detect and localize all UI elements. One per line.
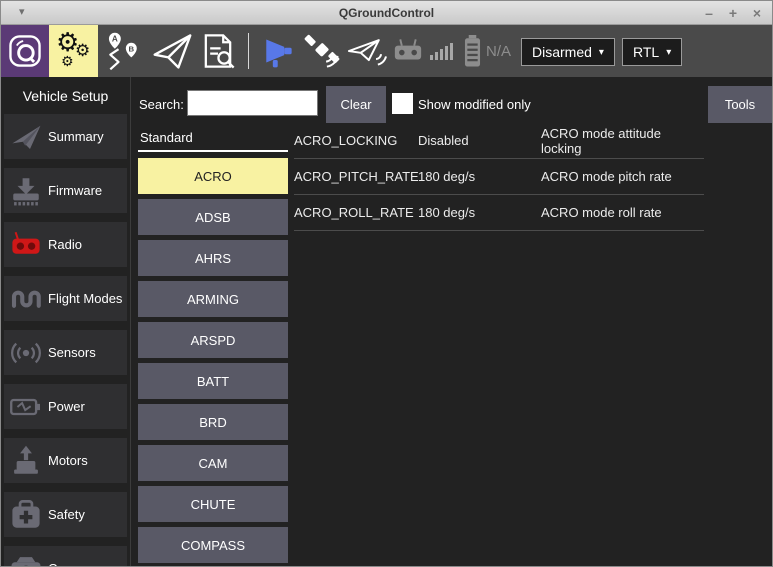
rc-transmitter-icon [4, 229, 48, 261]
chevron-down-icon: ▾ [599, 47, 604, 58]
sidebar-item-power[interactable]: Power [4, 384, 127, 429]
sidebar-item-sensors[interactable]: Sensors [4, 330, 127, 375]
vehicle-setup-sidebar: Vehicle Setup Summary [1, 77, 131, 566]
maximize-button[interactable]: + [726, 6, 740, 20]
sidebar-title: Vehicle Setup [1, 77, 130, 114]
close-button[interactable]: × [750, 6, 764, 20]
category-adsb[interactable]: ADSB [138, 199, 288, 235]
sidebar-item-label: Flight Modes [48, 291, 122, 306]
category-brd[interactable]: BRD [138, 404, 288, 440]
signal-rings-icon [4, 338, 48, 368]
audio-indicator[interactable] [261, 25, 301, 77]
armed-state-label: Disarmed [532, 44, 592, 60]
sidebar-item-label: Sensors [48, 345, 96, 360]
parameter-description: ACRO mode roll rate [541, 205, 704, 220]
category-arspd[interactable]: ARSPD [138, 322, 288, 358]
plan-route-icon: A B [103, 30, 145, 72]
parameter-row-acro-pitch-rate[interactable]: ACRO_PITCH_RATE 180 deg/s ACRO mode pitc… [294, 159, 704, 195]
search-input[interactable] [187, 90, 318, 116]
vehicle-setup-button[interactable]: ⚙ ⚙ ⚙ [49, 25, 98, 77]
category-arming[interactable]: ARMING [138, 281, 288, 317]
parameter-value: Disabled [418, 133, 541, 148]
parameter-table: ACRO_LOCKING Disabled ACRO mode attitude… [294, 123, 704, 231]
clear-button[interactable]: Clear [326, 86, 386, 123]
category-chute[interactable]: CHUTE [138, 486, 288, 522]
tools-button[interactable]: Tools [708, 86, 772, 123]
sidebar-item-label: Camera [48, 561, 94, 567]
category-group-header: Standard [138, 125, 288, 150]
sidebar-item-label: Radio [48, 237, 82, 252]
sidebar-item-label: Motors [48, 453, 88, 468]
parameter-row-acro-locking[interactable]: ACRO_LOCKING Disabled ACRO mode attitude… [294, 123, 704, 159]
battery-icon [463, 35, 482, 67]
category-ahrs[interactable]: AHRS [138, 240, 288, 276]
analyze-view-button[interactable] [195, 25, 241, 77]
chip-download-icon [4, 174, 48, 208]
parameter-value: 180 deg/s [418, 169, 541, 184]
search-label: Search: [139, 97, 184, 112]
paper-plane-icon [4, 121, 48, 153]
first-aid-case-icon [4, 498, 48, 532]
category-batt[interactable]: BATT [138, 363, 288, 399]
parameter-row-acro-roll-rate[interactable]: ACRO_ROLL_RATE 180 deg/s ACRO mode roll … [294, 195, 704, 231]
category-compass[interactable]: COMPASS [138, 527, 288, 563]
sidebar-item-label: Summary [48, 129, 104, 144]
chevron-down-icon: ▾ [666, 47, 671, 58]
sidebar-item-firmware[interactable]: Firmware [4, 168, 127, 213]
gears-icon: ⚙ ⚙ ⚙ [49, 25, 98, 77]
qgc-logo-icon [5, 31, 45, 71]
battery-bolt-icon [4, 393, 48, 421]
category-cam[interactable]: CAM [138, 445, 288, 481]
parameter-description: ACRO mode pitch rate [541, 169, 704, 184]
sidebar-item-camera[interactable]: Camera [4, 546, 127, 567]
svg-text:B: B [128, 44, 134, 53]
telemetry-plane-icon [346, 32, 388, 70]
parameter-name: ACRO_ROLL_RATE [294, 205, 418, 220]
sidebar-item-motors[interactable]: Motors [4, 438, 127, 483]
rc-rssi-indicator[interactable] [392, 25, 452, 77]
battery-status-text: N/A [486, 43, 511, 60]
megaphone-icon [263, 33, 299, 69]
plan-view-button[interactable]: A B [99, 25, 149, 77]
sidebar-item-label: Safety [48, 507, 85, 522]
armed-state-dropdown[interactable]: Disarmed ▾ [521, 38, 615, 66]
category-acro[interactable]: ACRO [138, 158, 288, 194]
flight-mode-label: RTL [633, 44, 659, 60]
sidebar-item-radio[interactable]: Radio [4, 222, 127, 267]
paper-plane-icon [151, 30, 193, 72]
telemetry-rssi-indicator[interactable] [344, 25, 390, 77]
parameter-name: ACRO_LOCKING [294, 133, 418, 148]
parameter-description: ACRO mode attitude locking [541, 126, 704, 156]
window-title: QGroundControl [1, 6, 772, 20]
satellite-icon [304, 33, 340, 69]
document-search-icon [198, 31, 238, 71]
sidebar-item-safety[interactable]: Safety [4, 492, 127, 537]
rc-signal-bars-icon [430, 42, 453, 60]
qgc-logo-button[interactable] [1, 25, 49, 77]
motor-arrow-icon [4, 444, 48, 478]
parameter-value: 180 deg/s [418, 205, 541, 220]
flight-mode-dropdown[interactable]: RTL ▾ [622, 38, 682, 66]
svg-text:A: A [112, 34, 118, 43]
sidebar-item-label: Firmware [48, 183, 102, 198]
sidebar-item-label: Power [48, 399, 85, 414]
parameter-categories: Standard ACRO ADSB AHRS ARMING ARSPD BAT… [138, 125, 288, 567]
window-menu-icon[interactable]: ▾ [19, 5, 25, 18]
sidebar-item-flight-modes[interactable]: Flight Modes [4, 276, 127, 321]
wave-icon [4, 284, 48, 314]
category-group-underline [138, 150, 288, 152]
rc-controller-icon [391, 36, 425, 66]
minimize-button[interactable]: – [702, 6, 716, 20]
show-modified-checkbox[interactable] [392, 93, 413, 114]
toolbar-separator [248, 33, 249, 69]
fly-view-button[interactable] [149, 25, 195, 77]
battery-indicator[interactable]: N/A [456, 25, 518, 77]
gps-indicator[interactable] [302, 25, 342, 77]
parameter-name: ACRO_PITCH_RATE [294, 169, 418, 184]
camera-icon [4, 552, 48, 567]
titlebar: ▾ QGroundControl – + × [1, 1, 772, 25]
show-modified-label: Show modified only [418, 97, 531, 112]
qgroundcontrol-window: ▾ QGroundControl – + × ⚙ ⚙ ⚙ [0, 0, 773, 567]
sidebar-item-summary[interactable]: Summary [4, 114, 127, 159]
